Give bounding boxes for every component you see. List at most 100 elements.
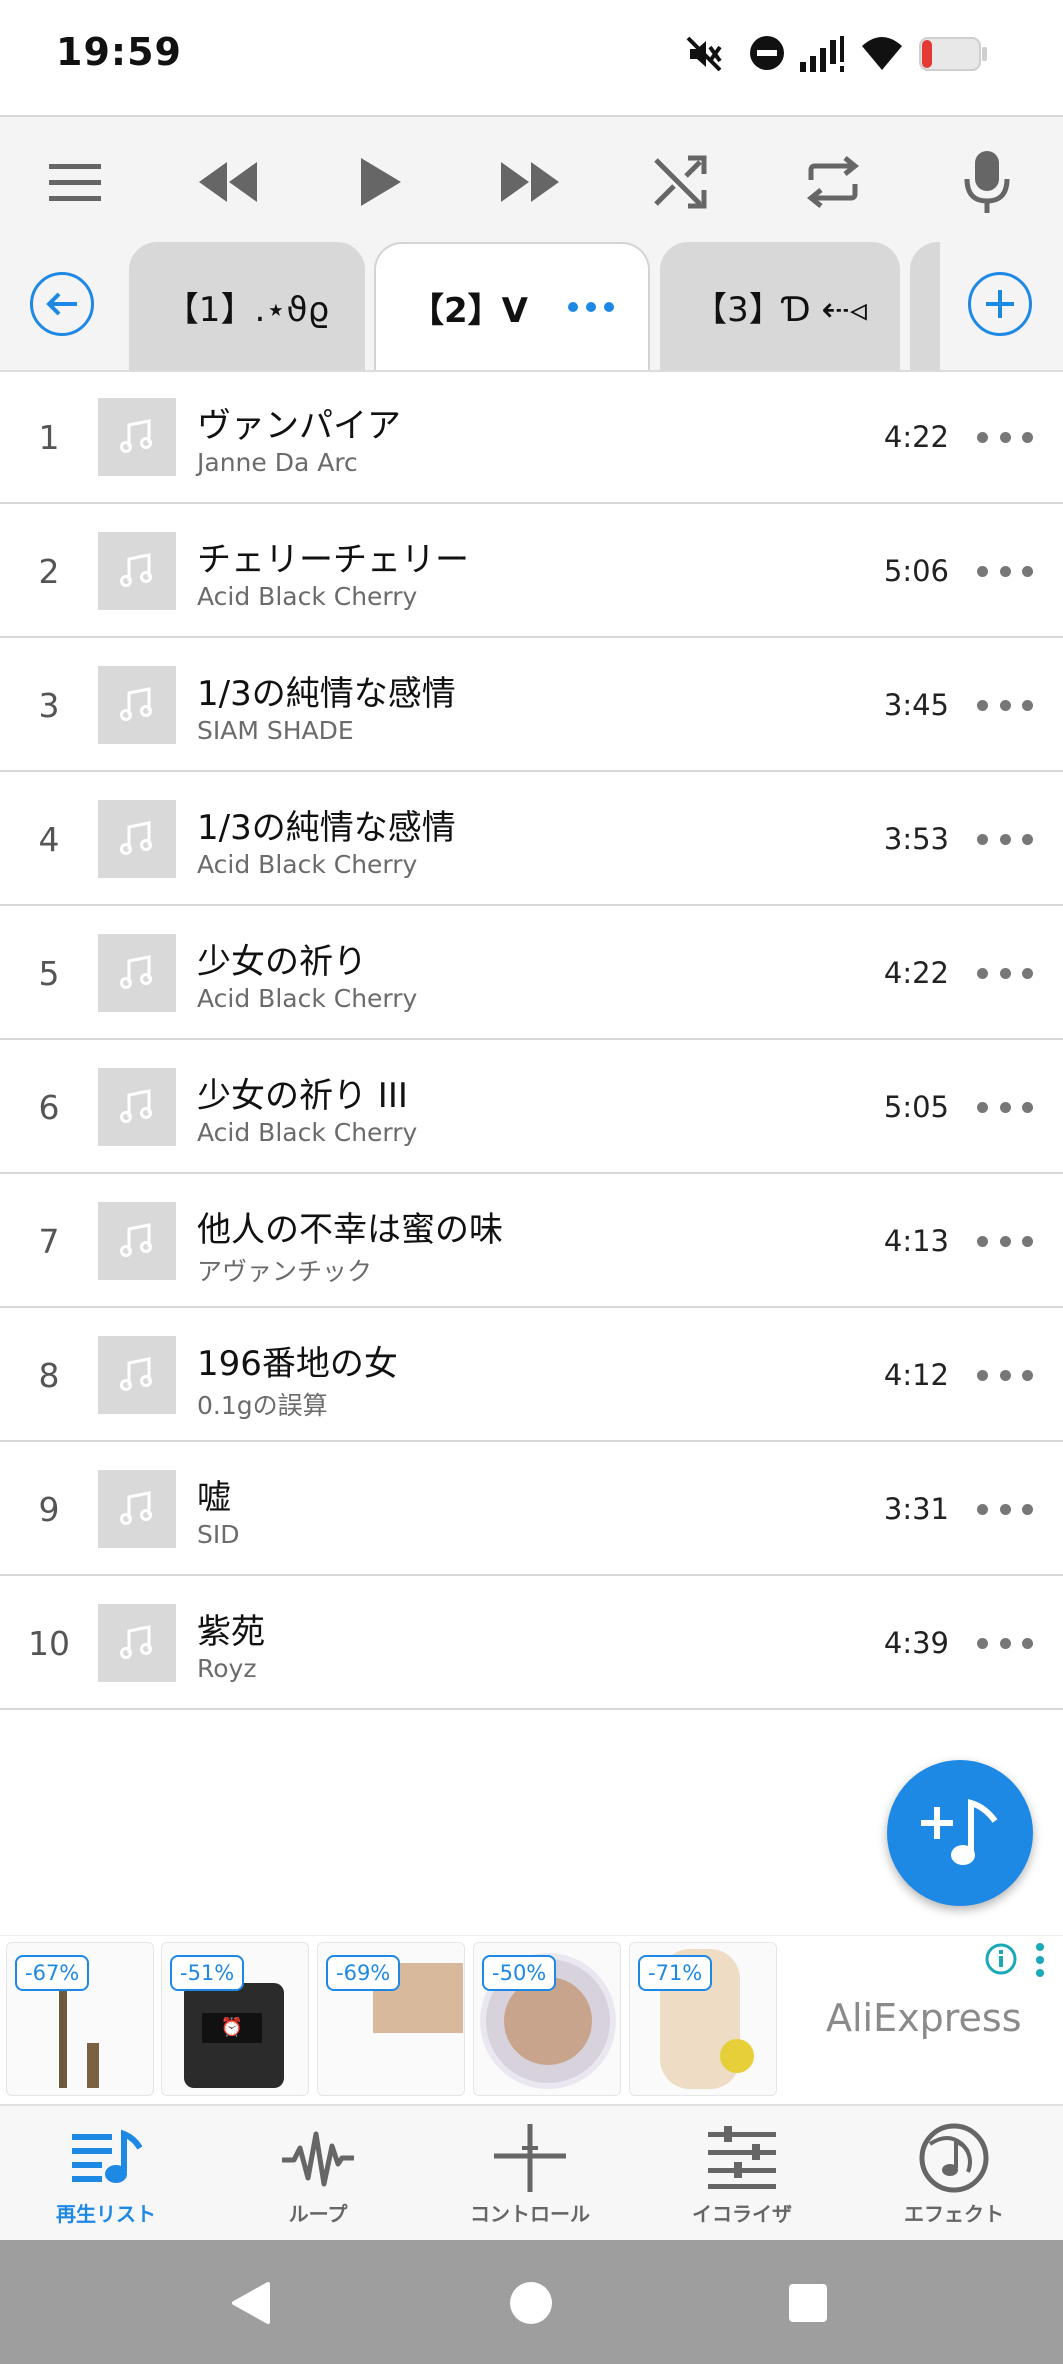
tab-playlist-3[interactable]: 【3】Ɗ ⇠◃ (660, 242, 900, 370)
track-more-button[interactable] (977, 504, 1033, 638)
shuffle-button[interactable] (636, 137, 726, 227)
track-artist: アヴァンチック (197, 1257, 373, 1286)
nav-loop[interactable]: ループ (212, 2106, 424, 2242)
nav-label: 再生リスト (56, 2202, 156, 2226)
dot-icon (977, 1101, 988, 1113)
dot-icon (999, 565, 1011, 577)
system-home-icon[interactable] (508, 2280, 554, 2326)
album-art (98, 934, 176, 1012)
track-duration: 5:06 (883, 554, 949, 588)
nav-playlist[interactable]: 再生リスト (0, 2106, 212, 2242)
nav-label: コントロール (470, 2202, 590, 2226)
track-title: チェリーチェリー (197, 540, 469, 580)
track-more-button[interactable] (977, 1442, 1033, 1576)
tab-playlist-2[interactable]: 【2】V (374, 242, 650, 370)
track-row[interactable]: 9 嘘 SID 3:31 (0, 1442, 1063, 1576)
music-note-icon (120, 821, 152, 855)
track-artist: Acid Black Cherry (197, 1118, 418, 1147)
track-number: 9 (38, 1489, 60, 1529)
add-tab-button[interactable] (968, 272, 1032, 336)
ad-product-card[interactable]: -71% (629, 1942, 777, 2096)
add-song-button[interactable] (887, 1760, 1033, 1906)
track-artist: Acid Black Cherry (197, 582, 418, 611)
track-row[interactable]: 10 紫苑 Royz 4:39 (0, 1576, 1063, 1710)
track-title: 他人の不幸は蜜の味 (197, 1210, 503, 1250)
track-artist: Janne Da Arc (197, 448, 358, 477)
track-duration: 3:31 (883, 1492, 949, 1526)
product-image (87, 2043, 99, 2088)
tab-playlist-4-partial[interactable] (910, 242, 940, 370)
discount-badge: -50% (482, 1955, 557, 1991)
dot-icon (977, 1235, 988, 1247)
ad-product-card[interactable]: ⏰ -51% (161, 1942, 309, 2096)
rewind-icon (199, 162, 257, 202)
tab-label: 【1】.⋆ϑϱ (164, 289, 330, 330)
dot-icon (603, 302, 614, 312)
nav-equalizer[interactable]: イコライザ (636, 2106, 848, 2242)
dot-icon (977, 833, 988, 845)
effect-icon (914, 2118, 994, 2198)
track-more-button[interactable] (977, 1308, 1033, 1442)
track-more-button[interactable] (977, 370, 1033, 504)
album-art (98, 1068, 176, 1146)
back-button[interactable] (30, 272, 94, 336)
rewind-button[interactable] (183, 137, 273, 227)
tab-options-button[interactable] (567, 302, 614, 312)
system-recents-icon[interactable] (787, 2282, 829, 2324)
dot-icon (1022, 431, 1033, 443)
player-toolbar (0, 117, 1063, 242)
track-row[interactable]: 1 ヴァンパイア Janne Da Arc 4:22 (0, 370, 1063, 504)
track-title: 1/3の純情な感情 (197, 674, 456, 714)
ad-product-card[interactable]: -67% (6, 1942, 154, 2096)
dot-icon (1022, 699, 1033, 711)
track-more-button[interactable] (977, 906, 1033, 1040)
nav-label: ループ (288, 2202, 348, 2226)
track-row[interactable]: 3 1/3の純情な感情 SIAM SHADE 3:45 (0, 638, 1063, 772)
track-row[interactable]: 7 他人の不幸は蜜の味 アヴァンチック 4:13 (0, 1174, 1063, 1308)
track-number: 2 (38, 551, 60, 591)
tab-label: 【3】Ɗ ⇠◃ (693, 289, 867, 330)
track-row[interactable]: 4 1/3の純情な感情 Acid Black Cherry 3:53 (0, 772, 1063, 906)
tab-playlist-1[interactable]: 【1】.⋆ϑϱ (129, 242, 365, 370)
nav-control[interactable]: コントロール (424, 2106, 636, 2242)
repeat-button[interactable] (788, 137, 878, 227)
nav-effect[interactable]: エフェクト (848, 2106, 1060, 2242)
track-more-button[interactable] (977, 1174, 1033, 1308)
track-row[interactable]: 8 196番地の女 0.1gの誤算 4:12 (0, 1308, 1063, 1442)
ad-menu-icon[interactable] (1033, 1942, 1047, 1978)
ad-info-icon[interactable] (984, 1942, 1018, 1976)
dot-icon (977, 1369, 988, 1381)
track-number: 8 (38, 1355, 60, 1395)
play-button[interactable] (335, 137, 425, 227)
track-number: 3 (38, 685, 60, 725)
ad-product-card[interactable]: -69% (317, 1942, 465, 2096)
dot-icon (999, 431, 1011, 443)
dot-icon (1022, 1503, 1033, 1515)
track-row[interactable]: 6 少女の祈り III Acid Black Cherry 5:05 (0, 1040, 1063, 1174)
system-navigation-bar (0, 2240, 1063, 2364)
equalizer-icon (702, 2118, 782, 2198)
album-art (98, 532, 176, 610)
album-art (98, 398, 176, 476)
ad-banner[interactable]: -67% ⏰ -51% -69% -50% -71% AliExpress (0, 1935, 1063, 2104)
add-music-icon (921, 1799, 998, 1865)
playlist-icon (66, 2118, 146, 2198)
track-more-button[interactable] (977, 1040, 1033, 1174)
track-row[interactable]: 2 チェリーチェリー Acid Black Cherry 5:06 (0, 504, 1063, 638)
dot-icon (977, 1637, 988, 1649)
track-duration: 3:45 (883, 688, 949, 722)
track-row[interactable]: 5 少女の祈り Acid Black Cherry 4:22 (0, 906, 1063, 1040)
track-duration: 5:05 (883, 1090, 949, 1124)
nav-label: エフェクト (904, 2202, 1004, 2226)
fast-forward-button[interactable] (485, 137, 575, 227)
microphone-button[interactable] (942, 137, 1032, 227)
music-note-icon (120, 1223, 152, 1257)
track-more-button[interactable] (977, 772, 1033, 906)
status-bar: 19:59 (0, 0, 1063, 117)
menu-button[interactable] (30, 137, 120, 227)
track-more-button[interactable] (977, 1576, 1033, 1710)
track-more-button[interactable] (977, 638, 1033, 772)
discount-badge: -51% (170, 1955, 245, 1991)
system-back-icon[interactable] (228, 2280, 274, 2326)
ad-product-card[interactable]: -50% (473, 1942, 621, 2096)
